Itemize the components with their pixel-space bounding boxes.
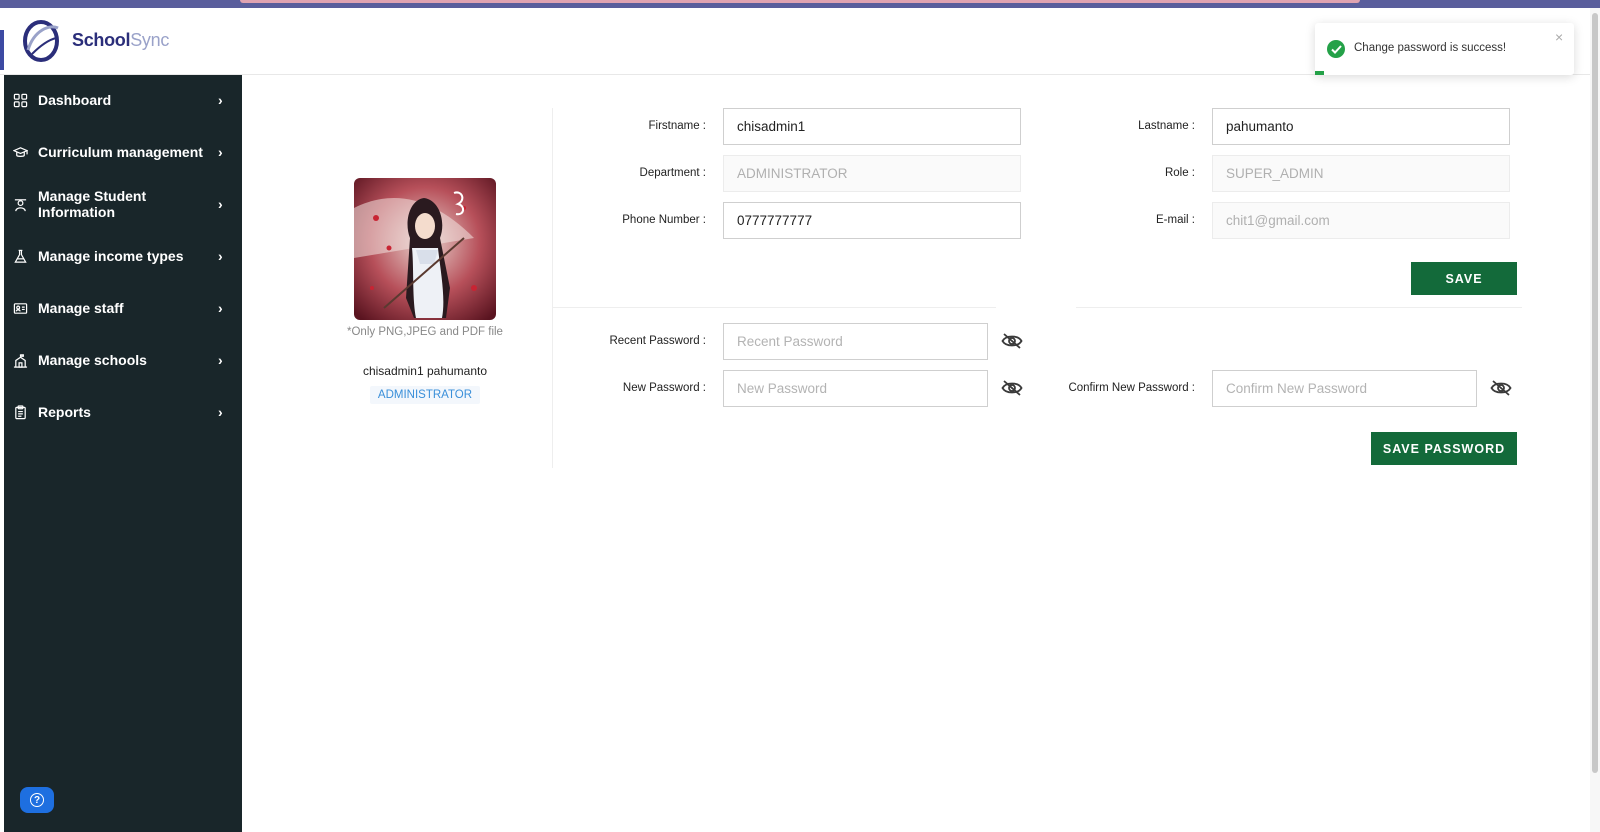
phone-number-label: Phone Number : bbox=[622, 214, 706, 226]
browser-top-strip bbox=[0, 0, 1600, 8]
sidebar-item-manage-schools[interactable]: Manage schools › bbox=[4, 340, 242, 380]
avatar[interactable] bbox=[354, 178, 496, 320]
sidebar-item-label: Dashboard bbox=[38, 92, 112, 108]
app-logo[interactable]: SchoolSync bbox=[20, 16, 169, 64]
toast-progress-bar bbox=[1315, 71, 1324, 75]
eye-slash-icon[interactable] bbox=[1001, 332, 1023, 350]
firstname-label: Firstname : bbox=[648, 120, 706, 132]
flask-icon bbox=[12, 248, 28, 264]
eye-slash-icon[interactable] bbox=[1001, 379, 1023, 397]
close-icon[interactable]: × bbox=[1555, 29, 1563, 45]
clipboard-icon bbox=[12, 404, 28, 420]
sidebar-item-dashboard[interactable]: Dashboard › bbox=[4, 80, 242, 120]
department-input bbox=[723, 155, 1021, 192]
role-label: Role : bbox=[1164, 167, 1195, 179]
sidebar-item-label: Curriculum management bbox=[38, 144, 203, 160]
schoolsync-logo-icon bbox=[23, 20, 59, 62]
chevron-right-icon: › bbox=[218, 144, 223, 160]
building-icon bbox=[12, 352, 28, 368]
sidebar-item-label: Manage income types bbox=[38, 248, 184, 264]
confirm-new-password-label: Confirm New Password : bbox=[1068, 382, 1195, 394]
brand-name-school: School bbox=[72, 29, 131, 50]
role-badge: ADMINISTRATOR bbox=[369, 386, 481, 404]
top-strip-accent bbox=[240, 0, 1360, 3]
file-type-note: *Only PNG,JPEG and PDF file bbox=[347, 326, 503, 338]
vertical-divider bbox=[552, 108, 553, 468]
question-circle-icon: ? bbox=[30, 793, 44, 807]
recent-password-label: Recent Password : bbox=[609, 335, 706, 347]
new-password-label: New Password : bbox=[622, 382, 706, 394]
sidebar-item-label: Manage Student Information bbox=[38, 188, 147, 220]
sidebar-item-manage-income-types[interactable]: Manage income types › bbox=[4, 236, 242, 276]
chevron-right-icon: › bbox=[218, 352, 223, 368]
chevron-right-icon: › bbox=[218, 92, 223, 108]
eye-slash-icon[interactable] bbox=[1490, 379, 1512, 397]
grid-icon bbox=[12, 92, 28, 108]
recent-password-input[interactable] bbox=[723, 323, 988, 360]
role-input bbox=[1212, 155, 1510, 192]
new-password-input[interactable] bbox=[723, 370, 988, 407]
email-input bbox=[1212, 202, 1510, 239]
lastname-label: Lastname : bbox=[1138, 120, 1195, 132]
brand-name-sync: Sync bbox=[130, 29, 170, 50]
sidebar-item-curriculum-management[interactable]: Curriculum management › bbox=[4, 132, 242, 172]
check-circle-icon bbox=[1327, 40, 1345, 58]
sidebar-item-label: Manage schools bbox=[38, 352, 147, 368]
lastname-input[interactable] bbox=[1212, 108, 1510, 145]
firstname-input[interactable] bbox=[723, 108, 1021, 145]
sidebar: Dashboard › Curriculum management › Mana… bbox=[0, 75, 242, 832]
chevron-right-icon: › bbox=[218, 196, 223, 212]
confirm-new-password-input[interactable] bbox=[1212, 370, 1477, 407]
save-button[interactable]: SAVE bbox=[1411, 262, 1517, 295]
sidebar-item-manage-student-information[interactable]: Manage Student Information › bbox=[4, 184, 242, 224]
chevron-right-icon: › bbox=[218, 300, 223, 316]
profile-full-name: chisadmin1 pahumanto bbox=[362, 364, 488, 378]
save-password-button[interactable]: SAVE PASSWORD bbox=[1371, 432, 1517, 465]
scrollbar-thumb[interactable] bbox=[1592, 13, 1598, 773]
horizontal-divider-left bbox=[552, 307, 996, 308]
chevron-right-icon: › bbox=[218, 404, 223, 420]
id-card-icon bbox=[12, 300, 28, 316]
student-icon bbox=[12, 196, 28, 212]
brand-name: SchoolSync bbox=[72, 30, 169, 51]
sidebar-item-label: Reports bbox=[38, 404, 91, 420]
phone-number-input[interactable] bbox=[723, 202, 1021, 239]
sidebar-item-reports[interactable]: Reports › bbox=[4, 392, 242, 432]
email-label: E-mail : bbox=[1156, 214, 1195, 226]
profile-panel: *Only PNG,JPEG and PDF file chisadmin1 p… bbox=[330, 178, 520, 404]
page-scrollbar[interactable] bbox=[1590, 8, 1600, 832]
header-accent-bar bbox=[0, 30, 4, 70]
success-toast: Change password is success! × bbox=[1315, 23, 1574, 75]
department-label: Department : bbox=[639, 167, 706, 179]
chevron-right-icon: › bbox=[218, 248, 223, 264]
sidebar-item-label: Manage staff bbox=[38, 300, 124, 316]
horizontal-divider-right bbox=[1076, 307, 1522, 308]
avatar-image bbox=[354, 178, 496, 320]
graduation-cap-icon bbox=[12, 144, 28, 160]
help-button[interactable]: ? bbox=[20, 787, 54, 813]
sidebar-item-manage-staff[interactable]: Manage staff › bbox=[4, 288, 242, 328]
toast-message: Change password is success! bbox=[1354, 42, 1507, 54]
